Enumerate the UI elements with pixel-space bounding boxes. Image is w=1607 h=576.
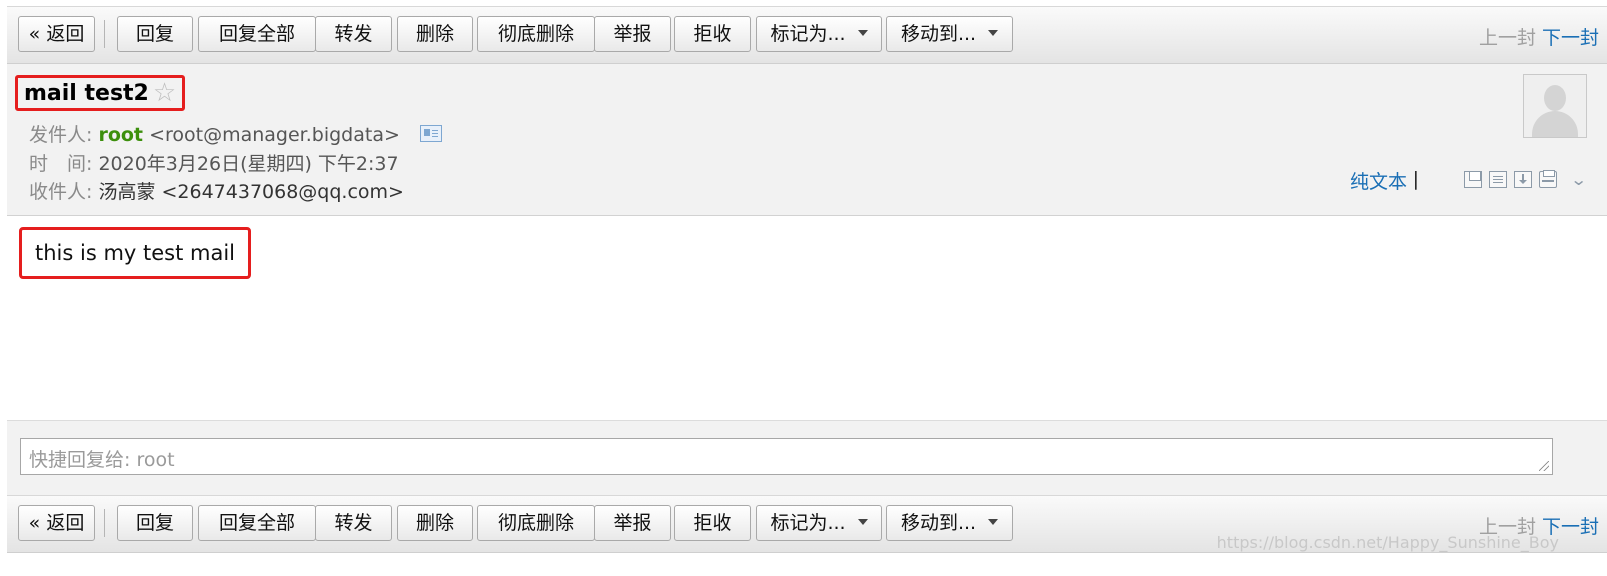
double-chevron-down-icon[interactable]: ⌄ [1570, 171, 1587, 188]
forward-button[interactable]: 转发 [315, 505, 392, 541]
move-to-dropdown[interactable]: 移动到... [886, 505, 1013, 541]
mark-as-label: 标记为... [770, 512, 846, 534]
delete-button[interactable]: 删除 [397, 16, 473, 52]
recipient-row: 收件人: 汤高蒙 <2647437068@qq.com> [29, 177, 404, 204]
back-button[interactable]: « 返回 [18, 16, 95, 52]
mail-tool-icons: ⌄ [1463, 170, 1587, 188]
avatar-body-shape [1532, 111, 1578, 137]
quick-reply-input[interactable]: 快捷回复给: root [20, 438, 1553, 475]
print-icon[interactable] [1538, 170, 1557, 188]
move-to-label: 移动到... [900, 23, 977, 45]
top-toolbar: « 返回 回复 回复全部 转发 删除 彻底删除 举报 拒收 标记为... 移动到… [7, 6, 1607, 64]
avatar-head-shape [1544, 85, 1566, 111]
delete-permanently-button[interactable]: 彻底删除 [477, 505, 595, 541]
new-window-icon[interactable] [1463, 171, 1482, 188]
back-button[interactable]: « 返回 [18, 505, 95, 541]
forward-button[interactable]: 转发 [315, 16, 392, 52]
reply-all-button[interactable]: 回复全部 [198, 16, 316, 52]
move-to-dropdown[interactable]: 移动到... [886, 16, 1013, 52]
mail-header: mail test2 ☆ 发件人: root <root@manager.big… [7, 64, 1607, 216]
download-icon[interactable] [1513, 171, 1532, 188]
mail-time: 2020年3月26日(星期四) 下午2:37 [98, 153, 399, 175]
delete-permanently-button[interactable]: 彻底删除 [477, 16, 595, 52]
chevron-down-icon [988, 29, 999, 36]
move-to-label: 移动到... [900, 512, 977, 534]
recipient-value: 汤高蒙 <2647437068@qq.com> [98, 181, 404, 203]
watermark: https://blog.csdn.net/Happy_Sunshine_Boy [1216, 533, 1559, 552]
chevron-down-icon [857, 29, 868, 36]
reject-button[interactable]: 拒收 [674, 505, 751, 541]
reply-all-button[interactable]: 回复全部 [198, 505, 316, 541]
reject-button[interactable]: 拒收 [674, 16, 751, 52]
mark-as-label: 标记为... [770, 23, 846, 45]
sender-label: 发件人: [29, 124, 93, 146]
next-mail-link[interactable]: 下一封 [1542, 27, 1599, 49]
resize-handle-icon[interactable] [1539, 461, 1549, 471]
reply-button[interactable]: 回复 [117, 505, 193, 541]
plain-text-link[interactable]: 纯文本 [1350, 167, 1407, 194]
chevron-down-icon [988, 518, 999, 525]
report-button[interactable]: 举报 [594, 16, 671, 52]
star-icon[interactable]: ☆ [153, 80, 176, 106]
avatar [1523, 74, 1587, 138]
sender-address: <root@manager.bigdata> [149, 124, 400, 146]
toolbar-divider [104, 509, 105, 537]
sender-name[interactable]: root [98, 124, 143, 146]
report-button[interactable]: 举报 [594, 505, 671, 541]
mail-body-highlight: this is my test mail [19, 227, 252, 279]
quick-reply-placeholder: 快捷回复给: root [29, 449, 175, 471]
reply-button[interactable]: 回复 [117, 16, 193, 52]
delete-button[interactable]: 删除 [397, 505, 473, 541]
mail-subject: mail test2 [24, 80, 149, 106]
time-row: 时 间: 2020年3月26日(星期四) 下午2:37 [29, 149, 399, 176]
prev-mail-link: 上一封 [1478, 27, 1536, 49]
time-label: 时 间: [29, 153, 93, 175]
view-source-icon[interactable] [1488, 171, 1507, 188]
sender-row: 发件人: root <root@manager.bigdata> [29, 120, 442, 147]
toolbar-divider [104, 20, 105, 48]
link-separator: | [1412, 168, 1419, 190]
mark-as-dropdown[interactable]: 标记为... [756, 505, 882, 541]
chevron-down-icon [857, 518, 868, 525]
mark-as-dropdown[interactable]: 标记为... [756, 16, 882, 52]
recipient-label: 收件人: [29, 181, 93, 203]
mail-pager: 上一封 下一封 [1479, 23, 1599, 50]
subject-highlight: mail test2 ☆ [15, 75, 186, 111]
mail-body-text: this is my test mail [35, 241, 236, 265]
contact-card-icon[interactable] [419, 125, 442, 142]
